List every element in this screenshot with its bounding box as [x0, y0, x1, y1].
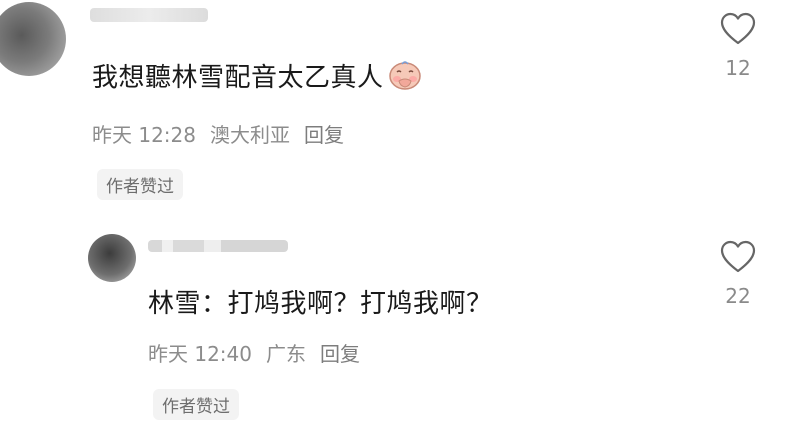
reply-like-button[interactable]: 22: [708, 240, 768, 308]
comment-time: 昨天 12:28: [92, 123, 196, 147]
reply-author-liked-badge: 作者赞过: [153, 389, 239, 420]
author-liked-badge: 作者赞过: [97, 169, 183, 200]
face-covering-mouth-icon: [388, 60, 422, 97]
reply-meta: 昨天 12:40 广东 回复: [148, 338, 360, 367]
comment-text: 我想聽林雪配音太乙真人: [92, 57, 422, 97]
reply-like-count: 22: [725, 284, 751, 308]
reply-username-blurred[interactable]: [148, 240, 288, 252]
reply-avatar[interactable]: [88, 234, 136, 282]
heart-outline-icon[interactable]: [720, 240, 756, 274]
reply-reply-button[interactable]: 回复: [320, 338, 360, 367]
comment-meta: 昨天 12:28 澳大利亚 回复: [92, 119, 344, 148]
like-button[interactable]: 12: [708, 12, 768, 80]
comment-body: 我想聽林雪配音太乙真人: [92, 63, 384, 93]
like-count: 12: [725, 56, 751, 80]
avatar[interactable]: [0, 2, 66, 76]
reply-text: 林雪：打鸠我啊？打鸠我啊？: [148, 289, 493, 319]
reply-button[interactable]: 回复: [304, 119, 344, 148]
username-blurred[interactable]: [90, 8, 208, 22]
heart-outline-icon[interactable]: [720, 12, 756, 46]
reply-time: 昨天 12:40: [148, 342, 252, 366]
comment-location: 澳大利亚: [210, 123, 290, 147]
reply-location: 广东: [266, 342, 306, 366]
